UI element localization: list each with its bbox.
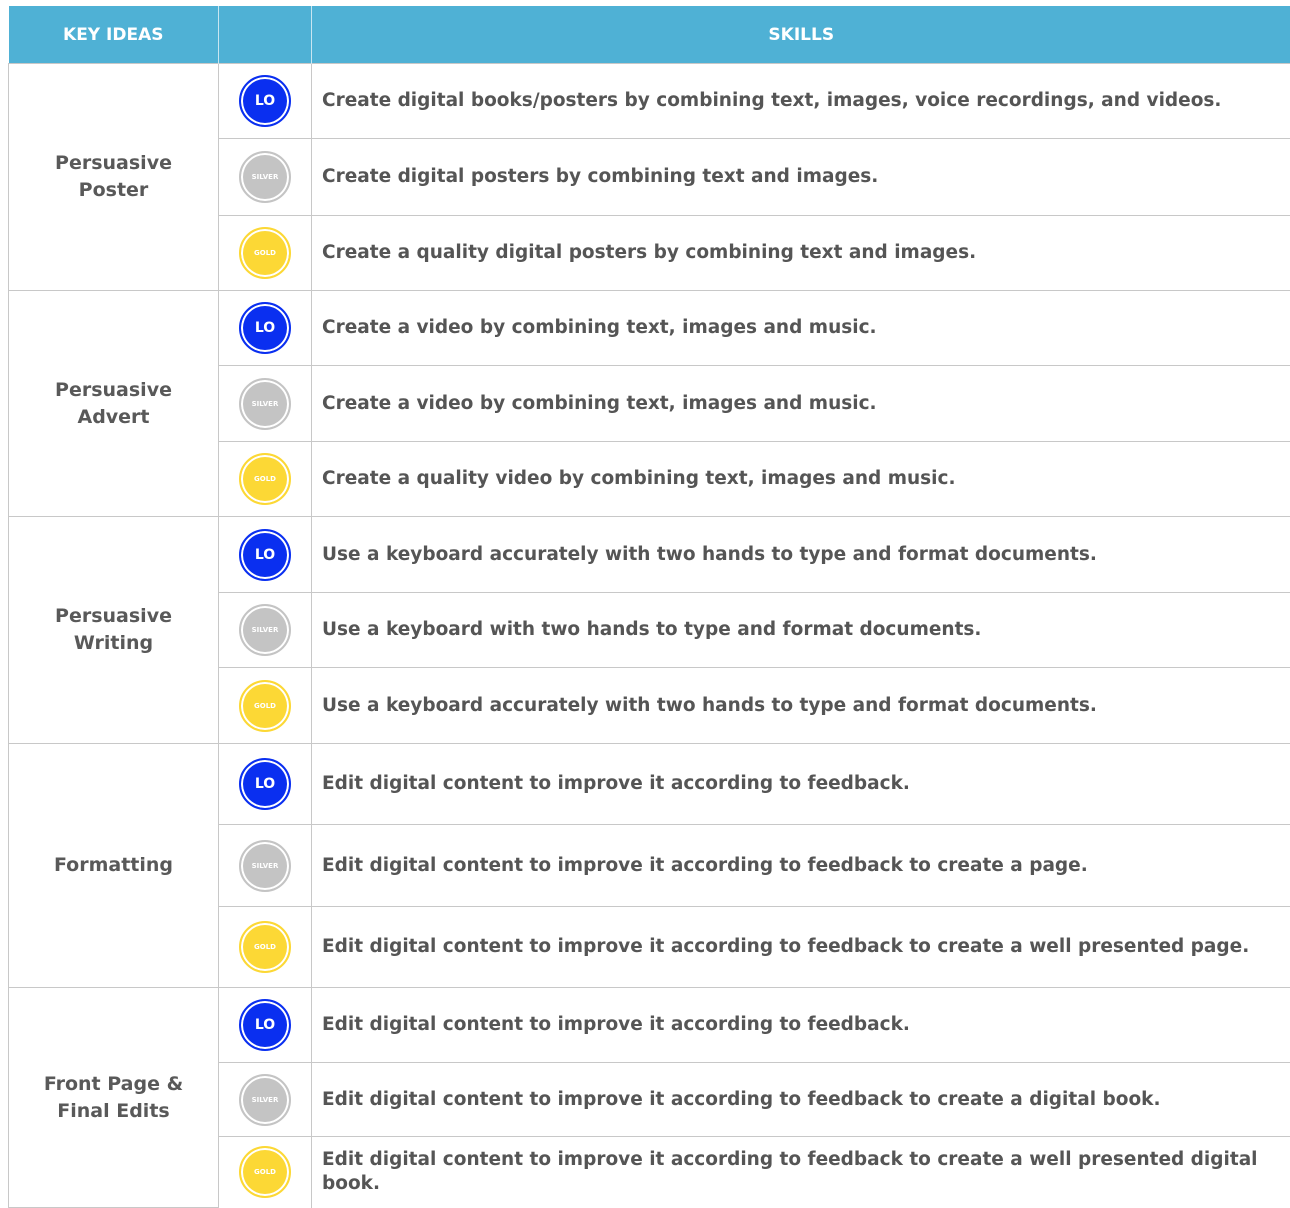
- gold-badge-icon: GOLD: [239, 1146, 291, 1198]
- silver-badge-icon: SILVER: [239, 378, 291, 430]
- header-skills: SKILLS: [312, 6, 1290, 64]
- table-row: Persuasive AdvertLOCreate a video by com…: [9, 291, 1290, 366]
- key-idea-cell: Persuasive Poster: [9, 64, 219, 291]
- key-idea-cell: Persuasive Writing: [9, 517, 219, 744]
- badge-cell: LO: [219, 64, 312, 139]
- silver-badge-icon: SILVER: [239, 840, 291, 892]
- header-badge-column: [219, 6, 312, 64]
- lo-badge-icon: LO: [239, 302, 291, 354]
- skill-description: Use a keyboard accurately with two hands…: [312, 517, 1290, 593]
- skill-description: Edit digital content to improve it accor…: [312, 825, 1290, 907]
- lo-badge-icon: LO: [239, 758, 291, 810]
- skill-description: Edit digital content to improve it accor…: [312, 744, 1290, 825]
- table-row: Persuasive PosterLOCreate digital books/…: [9, 64, 1290, 139]
- lo-badge-icon: LO: [239, 999, 291, 1051]
- skills-table: KEY IDEAS SKILLS Persuasive Poster LO Crea…: [8, 6, 1290, 1208]
- gold-badge-icon: GOLD: [239, 921, 291, 973]
- badge-cell: SILVER: [219, 366, 312, 442]
- skill-description: Use a keyboard with two hands to type an…: [312, 593, 1290, 668]
- lo-badge-icon: LO: [239, 529, 291, 581]
- skill-description: Create a video by combining text, images…: [312, 291, 1290, 366]
- badge-cell: LO: [219, 988, 312, 1063]
- badge-cell: LO: [219, 744, 312, 825]
- gold-badge-icon: GOLD: [239, 227, 291, 279]
- skill-description: Create a quality digital posters by comb…: [312, 216, 1290, 291]
- badge-cell: LO: [219, 517, 312, 593]
- skill-description: Create a video by combining text, images…: [312, 366, 1290, 442]
- skill-description: Edit digital content to improve it accor…: [312, 988, 1290, 1063]
- skill-description: Use a keyboard accurately with two hands…: [312, 668, 1290, 744]
- badge-cell: SILVER: [219, 139, 312, 216]
- skills-page: KEY IDEAS SKILLS Persuasive Poster LO Crea…: [0, 0, 1290, 1207]
- skill-description: Edit digital content to improve it accor…: [312, 1063, 1290, 1137]
- key-idea-cell: Formatting: [9, 744, 219, 988]
- table-row: Front Page & Final EditsLOEdit digital c…: [9, 988, 1290, 1063]
- badge-cell: SILVER: [219, 1063, 312, 1137]
- silver-badge-icon: SILVER: [239, 151, 291, 203]
- skill-description: Create digital posters by combining text…: [312, 139, 1290, 216]
- badge-cell: SILVER: [219, 593, 312, 668]
- key-idea-cell: Persuasive Advert: [9, 291, 219, 517]
- lo-badge-icon: LO: [239, 75, 291, 127]
- badge-cell: SILVER: [219, 825, 312, 907]
- gold-badge-icon: GOLD: [239, 680, 291, 732]
- key-idea-cell: Front Page & Final Edits: [9, 988, 219, 1208]
- badge-cell: GOLD: [219, 1137, 312, 1208]
- silver-badge-icon: SILVER: [239, 604, 291, 656]
- badge-cell: GOLD: [219, 216, 312, 291]
- skill-description: Create digital books/posters by combinin…: [312, 64, 1290, 139]
- skill-description: Edit digital content to improve it accor…: [312, 907, 1290, 988]
- table-row: Persuasive WritingLOUse a keyboard accur…: [9, 517, 1290, 593]
- header-key-ideas: KEY IDEAS: [9, 6, 219, 64]
- badge-cell: LO: [219, 291, 312, 366]
- silver-badge-icon: SILVER: [239, 1074, 291, 1126]
- table-row: FormattingLOEdit digital content to impr…: [9, 744, 1290, 825]
- table-body: Persuasive Poster LO Create digital books/…: [9, 64, 1290, 1208]
- badge-cell: GOLD: [219, 668, 312, 744]
- skill-description: Create a quality video by combining text…: [312, 442, 1290, 517]
- gold-badge-icon: GOLD: [239, 453, 291, 505]
- table-header-row: KEY IDEAS SKILLS: [9, 6, 1290, 64]
- skill-description: Edit digital content to improve it accor…: [312, 1137, 1290, 1208]
- badge-cell: GOLD: [219, 442, 312, 517]
- badge-cell: GOLD: [219, 907, 312, 988]
